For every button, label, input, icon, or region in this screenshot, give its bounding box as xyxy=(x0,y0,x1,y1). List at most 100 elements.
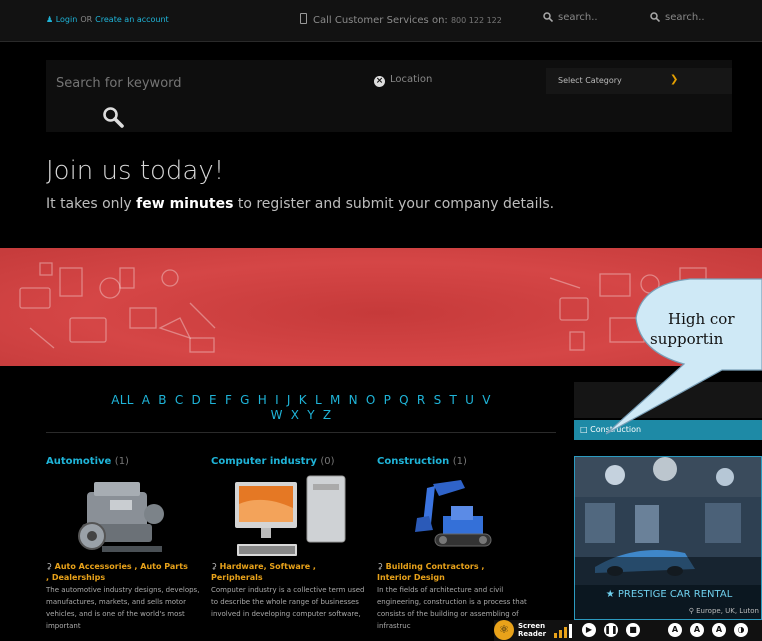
hero-banner xyxy=(0,248,762,366)
top-search-1[interactable]: search.. xyxy=(543,12,598,23)
alpha-link-a[interactable]: A xyxy=(142,393,151,407)
stop-icon[interactable]: ■ xyxy=(626,623,640,637)
user-icon: ♟ xyxy=(46,15,54,24)
subcategory-links-1[interactable]: Building Contractors , xyxy=(386,562,485,571)
alpha-link-r[interactable]: R xyxy=(417,393,426,407)
sr-label-2: Reader xyxy=(518,630,547,638)
subcategory-links[interactable]: ⚳ Auto Accessories , Auto Parts , Dealers… xyxy=(46,561,206,583)
category-count: (1) xyxy=(452,456,467,467)
contrast-icon[interactable]: ◑ xyxy=(734,623,748,637)
category-title[interactable]: Computer industry (0) xyxy=(211,456,371,467)
featured-location-text: Europe, UK, Luton xyxy=(696,607,759,615)
featured-name[interactable]: PRESTIGE CAR RENTAL xyxy=(618,589,732,600)
sidebar-category-bar[interactable]: □ Construction xyxy=(574,420,762,440)
alpha-link-g[interactable]: G xyxy=(240,393,250,407)
hero-search-panel: × Location Select Category ❯ xyxy=(46,60,732,132)
category-select-value: Select Category xyxy=(558,76,622,85)
phone-icon xyxy=(300,13,307,24)
alpha-link-y[interactable]: Y xyxy=(307,408,315,422)
screen-reader-toolbar: ⚛ Screen Reader ▶ ❚❚ ■ A A A ◑ xyxy=(494,620,762,641)
subcategory-links-1[interactable]: Auto Accessories , Auto Parts xyxy=(55,562,188,571)
alpha-link-x[interactable]: X xyxy=(291,408,300,422)
subcategory-links-2[interactable]: Peripherals xyxy=(211,573,263,582)
engine-image[interactable] xyxy=(62,474,182,560)
alpha-link-f[interactable]: F xyxy=(225,393,232,407)
subcategory-links-2[interactable]: , Dealerships xyxy=(46,573,105,582)
excavator-image[interactable] xyxy=(391,474,511,560)
alpha-link-o[interactable]: O xyxy=(366,393,376,407)
category-description: Computer industry is a collective term u… xyxy=(211,586,365,618)
alpha-link-q[interactable]: Q xyxy=(399,393,409,407)
subtitle-bold: few minutes xyxy=(136,196,234,212)
tag-icon: ⚳ xyxy=(211,562,217,571)
login-link[interactable]: Login xyxy=(56,15,78,24)
alpha-link-p[interactable]: P xyxy=(384,393,392,407)
keyword-input[interactable] xyxy=(56,76,356,91)
text-size-reset-icon[interactable]: A xyxy=(712,623,726,637)
alpha-link-k[interactable]: K xyxy=(299,393,307,407)
text-size-up-icon[interactable]: A xyxy=(690,623,704,637)
alpha-link-h[interactable]: H xyxy=(258,393,267,407)
category-title[interactable]: Automotive (1) xyxy=(46,456,206,467)
category-title[interactable]: Construction (1) xyxy=(377,456,537,467)
sidebar-header xyxy=(574,382,762,418)
category-automotive: Automotive (1) ⚳ Auto Accessories , Auto… xyxy=(46,456,206,630)
category-name[interactable]: Automotive xyxy=(46,456,111,467)
sidebar-category[interactable]: Construction xyxy=(590,425,641,434)
featured-location: ⚲ Europe, UK, Luton xyxy=(575,607,761,615)
alpha-link-b[interactable]: B xyxy=(158,393,167,407)
alpha-link-d[interactable]: D xyxy=(192,393,202,407)
computer-image[interactable] xyxy=(233,474,353,560)
page-subtitle: It takes only few minutes to register an… xyxy=(46,196,554,212)
alpha-link-j[interactable]: J xyxy=(287,393,291,407)
doodle-left-icon xyxy=(19,262,216,353)
subtitle-text-1: It takes only xyxy=(46,196,137,212)
alpha-link-c[interactable]: C xyxy=(175,393,184,407)
category-name[interactable]: Computer industry xyxy=(211,456,317,467)
subcategory-links-1[interactable]: Hardware, Software , xyxy=(220,562,316,571)
alpha-link-z[interactable]: Z xyxy=(323,408,332,422)
screen-reader-label: Screen Reader xyxy=(518,622,546,638)
alpha-link-v[interactable]: V xyxy=(482,393,491,407)
pause-icon[interactable]: ❚❚ xyxy=(604,623,618,637)
location-field[interactable]: × Location xyxy=(374,74,432,87)
text-size-down-icon[interactable]: A xyxy=(668,623,682,637)
accessibility-icon[interactable]: ⚛ xyxy=(494,620,514,640)
tag-icon: ⚳ xyxy=(377,562,383,571)
alpha-link-n[interactable]: N xyxy=(349,393,358,407)
play-icon[interactable]: ▶ xyxy=(582,623,596,637)
alpha-link-w[interactable]: W xyxy=(271,408,283,422)
category-name[interactable]: Construction xyxy=(377,456,449,467)
featured-title[interactable]: ★ PRESTIGE CAR RENTAL xyxy=(575,589,761,600)
search-icon xyxy=(543,12,554,23)
account-links: ♟ Login OR Create an account xyxy=(46,15,169,24)
folder-icon: □ xyxy=(580,425,588,434)
alpha-link-all[interactable]: ALL xyxy=(111,393,133,407)
alpha-link-l[interactable]: L xyxy=(315,393,322,407)
alpha-link-i[interactable]: I xyxy=(275,393,279,407)
create-account-link[interactable]: Create an account xyxy=(95,15,169,24)
category-select[interactable]: Select Category ❯ xyxy=(546,68,732,94)
star-icon: ★ xyxy=(605,589,615,600)
volume-icon[interactable] xyxy=(554,624,576,638)
clear-icon[interactable]: × xyxy=(374,76,385,87)
alpha-link-s[interactable]: S xyxy=(434,393,442,407)
category-count: (0) xyxy=(320,456,335,467)
subcategory-links[interactable]: ⚳ Hardware, Software , Peripherals xyxy=(211,561,371,583)
divider xyxy=(46,432,556,433)
search-button-icon[interactable] xyxy=(102,106,124,128)
subcategory-links[interactable]: ⚳ Building Contractors , Interior Design xyxy=(377,561,537,583)
alpha-link-e[interactable]: E xyxy=(209,393,217,407)
search-icon xyxy=(650,12,661,23)
subtitle-text-2: to register and submit your company deta… xyxy=(233,196,555,212)
alpha-link-m[interactable]: M xyxy=(330,393,341,407)
alpha-link-t[interactable]: T xyxy=(449,393,457,407)
alpha-link-u[interactable]: U xyxy=(465,393,474,407)
subcategory-links-2[interactable]: Interior Design xyxy=(377,573,445,582)
alphabet-filter: ALL A B C D E F G H I J K L M N O P Q R S T U V W X Y Z xyxy=(46,393,556,423)
category-description: The automotive industry designs, develop… xyxy=(46,586,200,630)
callout-line-2: supportin xyxy=(650,330,724,348)
featured-listing[interactable]: ★ PRESTIGE CAR RENTAL ⚲ Europe, UK, Luto… xyxy=(574,456,762,620)
location-placeholder: Location xyxy=(390,74,433,85)
top-search-2[interactable]: search.. xyxy=(650,12,705,23)
